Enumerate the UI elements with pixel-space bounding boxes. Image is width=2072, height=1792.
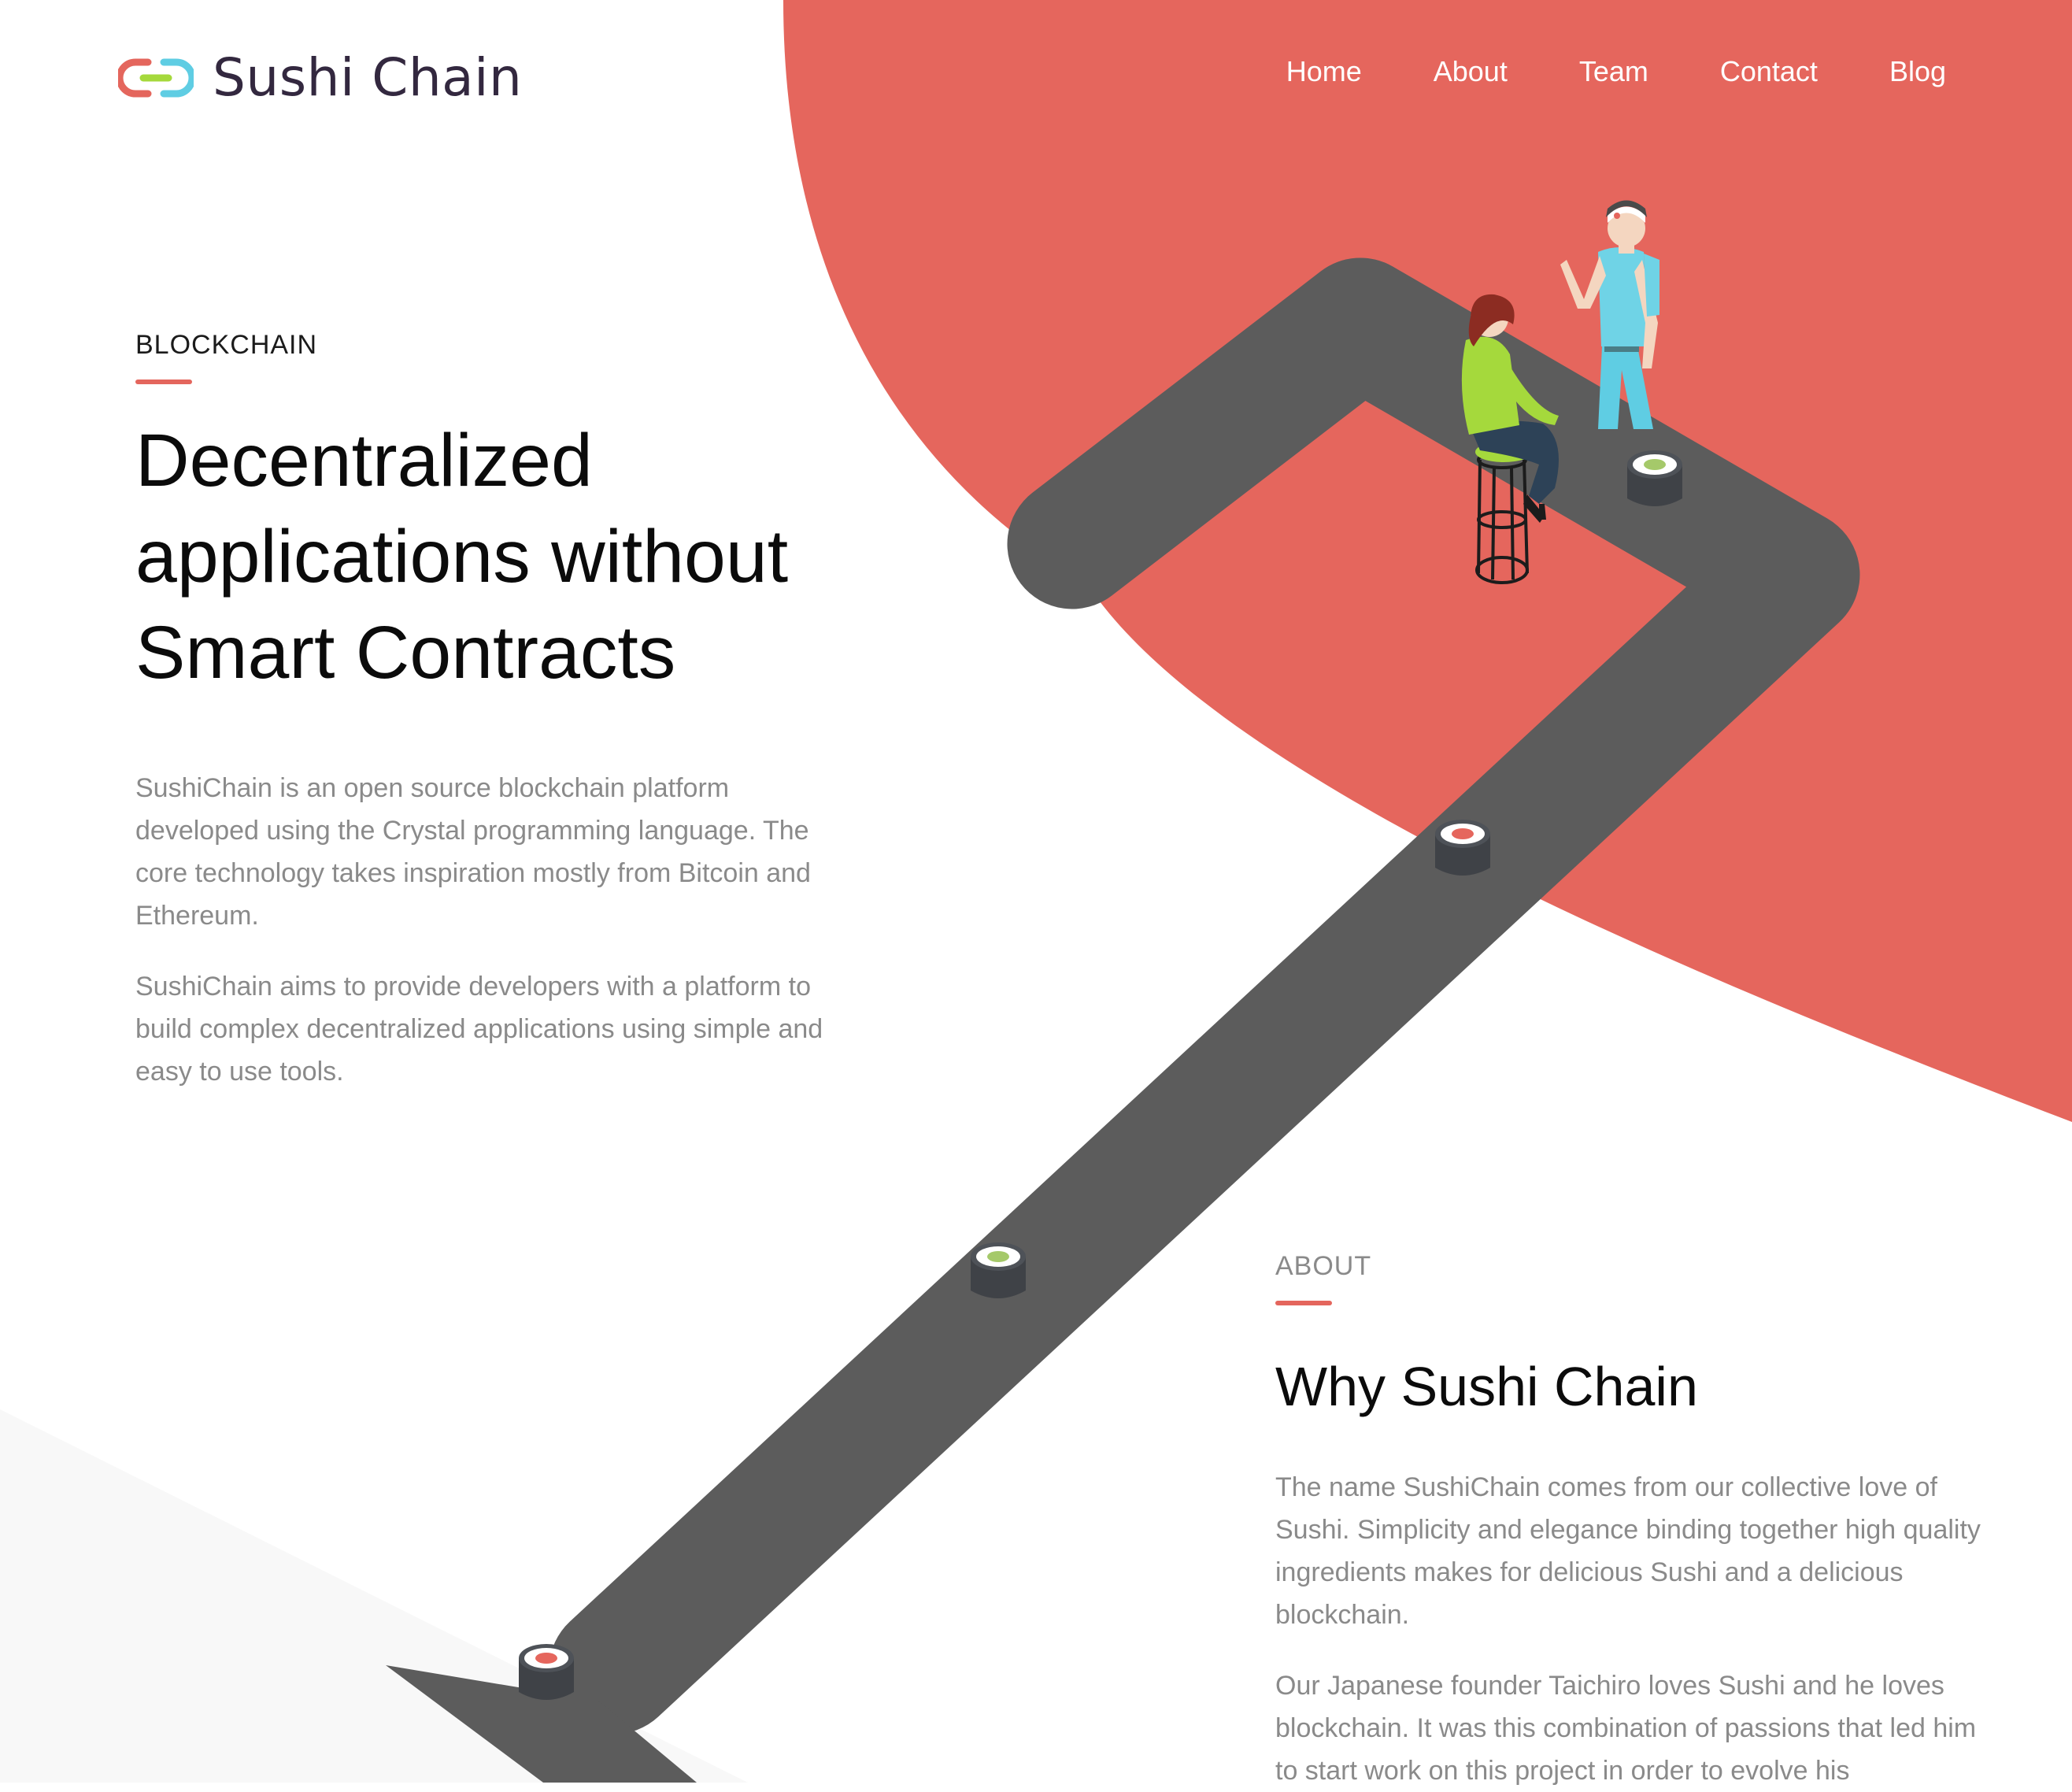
hero-paragraph: SushiChain is an open source blockchain … xyxy=(135,773,811,931)
nav-home-link[interactable]: Home xyxy=(1286,55,1362,88)
logo-text: Sushi Chain xyxy=(213,47,523,108)
hero-title-line: Smart Contracts xyxy=(135,611,676,694)
nav-team-link[interactable]: Team xyxy=(1579,55,1648,88)
nav-contact-link[interactable]: Contact xyxy=(1720,55,1818,88)
chain-link-icon xyxy=(118,57,194,98)
main-nav: Home About Team Contact Blog xyxy=(1286,55,1946,88)
about-eyebrow-underline xyxy=(1275,1301,1332,1305)
hero-title-line: applications without xyxy=(135,515,789,598)
logo[interactable]: Sushi Chain xyxy=(118,47,522,108)
nav-blog-link[interactable]: Blog xyxy=(1889,55,1946,88)
nav-about-link[interactable]: About xyxy=(1434,55,1508,88)
sushi-roll-cucumber-icon xyxy=(1627,450,1682,506)
hero-eyebrow: BLOCKCHAIN xyxy=(135,330,318,360)
sushi-roll-salmon-icon xyxy=(1435,820,1490,876)
about-eyebrow: ABOUT xyxy=(1275,1251,1372,1281)
hero-paragraph: SushiChain aims to provide developers wi… xyxy=(135,972,823,1087)
hero-title: Decentralized applications without Smart… xyxy=(135,413,860,701)
hero-title-line: Decentralized xyxy=(135,419,593,502)
site-header: Sushi Chain Home About Team Contact Blog xyxy=(0,0,2072,157)
about-paragraph: Our Japanese founder Taichiro loves Sush… xyxy=(1275,1671,1977,1786)
about-section: ABOUT Why Sushi Chain The name SushiChai… xyxy=(1275,1247,1984,1792)
hero-eyebrow-underline xyxy=(135,380,192,384)
sushi-roll-salmon-icon xyxy=(519,1644,574,1700)
sushi-roll-cucumber-icon xyxy=(971,1242,1026,1298)
about-title: Why Sushi Chain xyxy=(1275,1356,1698,1417)
hero-section: BLOCKCHAIN Decentralized applications wi… xyxy=(135,326,860,1093)
about-paragraph: The name SushiChain comes from our colle… xyxy=(1275,1472,1981,1630)
